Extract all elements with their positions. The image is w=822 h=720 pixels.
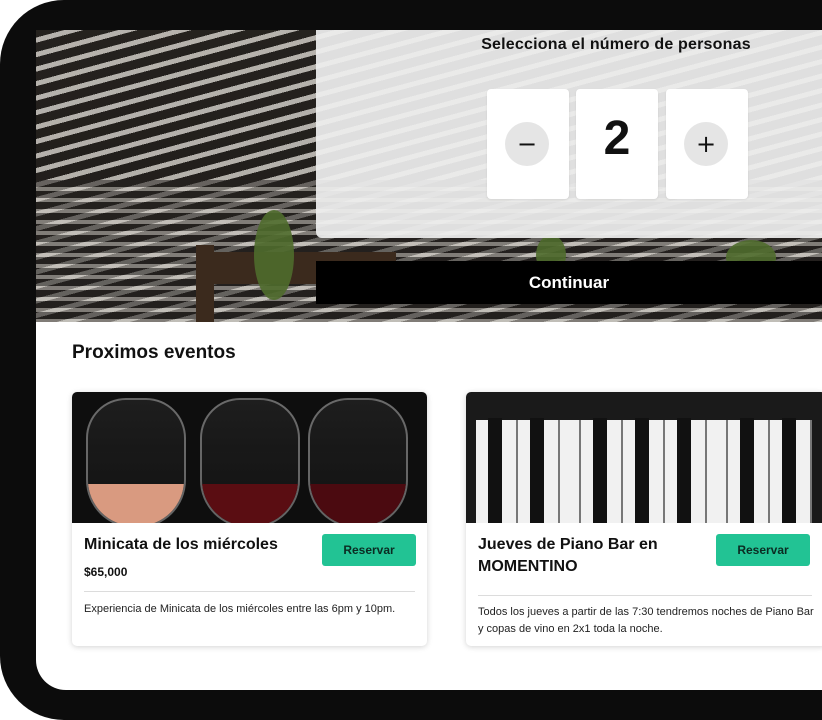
wine-glass	[308, 398, 408, 523]
guest-count-value: 2	[603, 112, 631, 165]
card-divider	[478, 595, 812, 596]
reserve-button[interactable]: Reservar	[716, 534, 810, 566]
events-heading: Proximos eventos	[72, 342, 236, 363]
device-frame: Selecciona el número de personas − 2 + C…	[0, 0, 822, 720]
event-card: Minicata de los miércoles $65,000 Reserv…	[72, 392, 427, 646]
event-description: Experiencia de Minicata de los miércoles…	[84, 603, 396, 615]
event-price: $65,000	[84, 565, 128, 579]
guest-count-title: Selecciona el número de personas	[481, 36, 751, 53]
screen: Selecciona el número de personas − 2 + C…	[36, 30, 822, 690]
wine-glass	[200, 398, 300, 523]
wine-glasses-image	[72, 392, 427, 523]
decrement-button[interactable]: −	[505, 122, 549, 166]
event-title: Jueves de Piano Bar en MOMENTINO	[478, 536, 658, 575]
event-title: Minicata de los miércoles	[84, 536, 278, 553]
increment-button[interactable]: +	[684, 122, 728, 166]
increment-box: +	[666, 89, 748, 199]
card-divider	[84, 591, 415, 592]
guest-count-box: 2	[576, 89, 658, 199]
hanging-plant	[254, 210, 294, 300]
hero-banner: Selecciona el número de personas − 2 + C…	[36, 30, 822, 322]
wooden-beam	[196, 245, 214, 322]
piano-keys-image	[466, 392, 822, 523]
wine-glass	[86, 398, 186, 523]
decrement-box: −	[487, 89, 569, 199]
event-description: Todos los jueves a partir de las 7:30 te…	[478, 606, 814, 635]
reserve-button[interactable]: Reservar	[322, 534, 416, 566]
guest-count-panel: Selecciona el número de personas − 2 +	[316, 30, 822, 238]
continue-button[interactable]: Continuar	[316, 261, 822, 304]
event-card: Jueves de Piano Bar en MOMENTINO Reserva…	[466, 392, 822, 646]
